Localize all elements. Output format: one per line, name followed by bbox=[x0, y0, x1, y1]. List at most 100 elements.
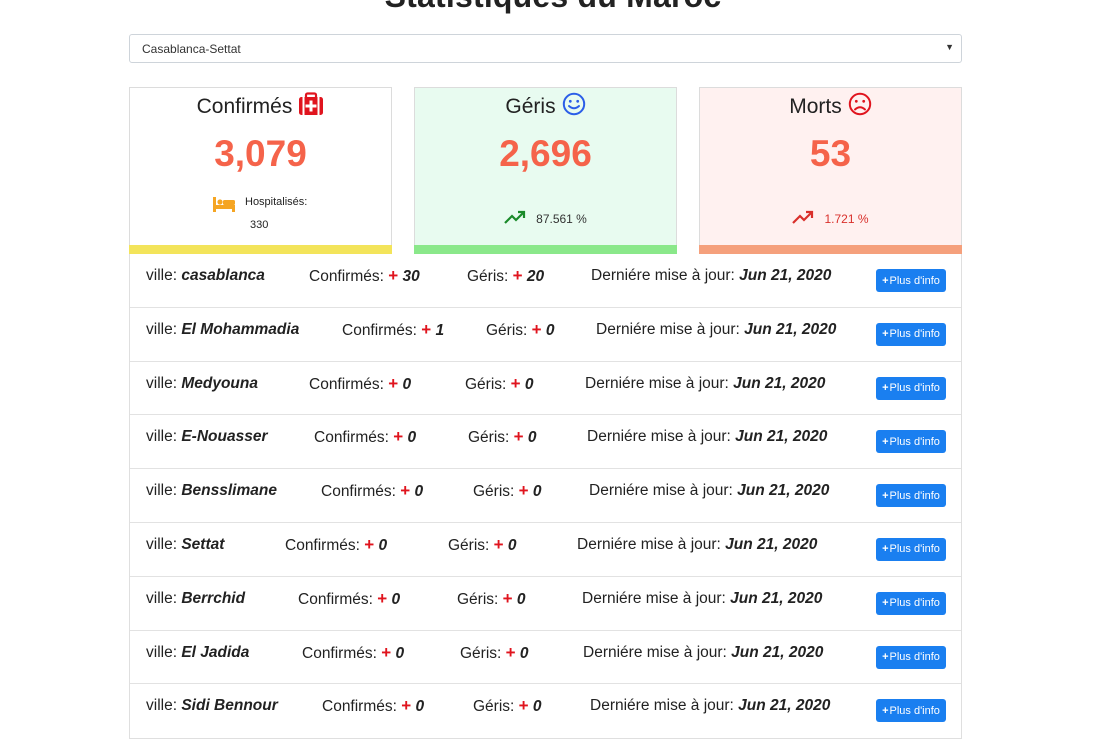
more-info-button[interactable]: + Plus d'info bbox=[876, 699, 946, 723]
more-info-label: Plus d'info bbox=[889, 382, 940, 395]
city-name: Bensslimane bbox=[181, 482, 277, 500]
recovered-label: Géris: bbox=[486, 321, 528, 339]
region-select[interactable]: Casablanca-Settat ▼ bbox=[129, 34, 962, 63]
plus-icon: + bbox=[882, 435, 889, 448]
frown-icon bbox=[848, 92, 872, 121]
plus-icon: + bbox=[882, 489, 889, 502]
confirmed-value: 0 bbox=[378, 536, 388, 554]
recovered-value: 0 bbox=[516, 590, 526, 608]
recovered-label: Géris: bbox=[457, 590, 499, 608]
confirmed-value: 30 bbox=[402, 268, 420, 285]
plus-icon: + bbox=[518, 481, 529, 501]
deaths-title: Morts bbox=[789, 94, 842, 118]
more-info-button[interactable]: + Plus d'info bbox=[876, 537, 946, 561]
smile-icon bbox=[562, 92, 586, 121]
update-label: Derniére mise à jour: bbox=[577, 535, 721, 553]
city-cell: ville: El Jadida bbox=[146, 644, 249, 662]
update-cell: Derniére mise à jour: Jun 21, 2020 bbox=[591, 267, 831, 285]
update-cell: Derniére mise à jour: Jun 21, 2020 bbox=[596, 321, 836, 339]
confirmed-title: Confirmés bbox=[196, 94, 293, 118]
update-date: Jun 21, 2020 bbox=[733, 374, 826, 392]
plus-icon: + bbox=[502, 588, 513, 608]
update-date: Jun 21, 2020 bbox=[737, 482, 830, 500]
recovered-value: 0 bbox=[532, 483, 542, 501]
more-info-label: Plus d'info bbox=[889, 489, 940, 502]
recovered-percent: 87.561 % bbox=[536, 211, 587, 226]
plus-icon: + bbox=[381, 642, 392, 662]
plus-icon: + bbox=[401, 696, 412, 716]
recovered-value: 0 bbox=[532, 698, 542, 716]
update-label: Derniére mise à jour: bbox=[589, 482, 733, 500]
city-cell: ville: El Mohammadia bbox=[146, 321, 299, 339]
city-row: ville: El Jadida Confirmés: + 0 Géris: +… bbox=[130, 631, 961, 685]
update-label: Derniére mise à jour: bbox=[590, 697, 734, 715]
plus-icon: + bbox=[882, 704, 889, 717]
confirmed-label: Confirmés: bbox=[302, 644, 377, 662]
trend-up-icon bbox=[792, 210, 814, 227]
confirmed-label: Confirmés: bbox=[285, 536, 360, 554]
more-info-button[interactable]: + Plus d'info bbox=[876, 645, 946, 669]
confirmed-cell: Confirmés: + 0 bbox=[321, 482, 423, 501]
city-name: El Jadida bbox=[181, 643, 250, 661]
recovered-label: Géris: bbox=[473, 698, 515, 716]
page-title: Statistiques du Maroc bbox=[0, 0, 1106, 15]
more-info-button[interactable]: + Plus d'info bbox=[876, 430, 946, 454]
city-cell: ville: Medyouna bbox=[146, 375, 258, 393]
update-cell: Derniére mise à jour: Jun 21, 2020 bbox=[589, 482, 829, 500]
confirmed-value: 0 bbox=[391, 590, 401, 608]
ville-label: ville: bbox=[146, 267, 178, 284]
confirmed-label: Confirmés: bbox=[309, 268, 384, 285]
update-label: Derniére mise à jour: bbox=[596, 320, 740, 338]
confirmed-cell: Confirmés: + 30 bbox=[309, 267, 420, 286]
city-cell: ville: Settat bbox=[146, 536, 224, 554]
recovered-cell: Géris: + 0 bbox=[486, 321, 555, 340]
update-label: Derniére mise à jour: bbox=[587, 428, 731, 446]
city-cell: ville: Berrchid bbox=[146, 590, 245, 608]
recovered-value: 20 bbox=[526, 268, 545, 285]
confirmed-label: Confirmés: bbox=[298, 590, 373, 608]
city-name: Sidi Bennour bbox=[181, 697, 278, 715]
ville-label: ville: bbox=[146, 320, 178, 338]
confirmed-cell: Confirmés: + 1 bbox=[342, 321, 444, 340]
more-info-label: Plus d'info bbox=[889, 651, 940, 664]
recovered-label: Géris: bbox=[460, 644, 502, 662]
more-info-button[interactable]: + Plus d'info bbox=[876, 376, 946, 400]
recovered-cell: Géris: + 0 bbox=[465, 375, 534, 394]
bed-icon bbox=[212, 196, 236, 215]
more-info-button[interactable]: + Plus d'info bbox=[876, 269, 946, 292]
update-cell: Derniére mise à jour: Jun 21, 2020 bbox=[577, 536, 817, 554]
deaths-count: 53 bbox=[809, 133, 852, 174]
recovered-label: Géris: bbox=[473, 483, 515, 501]
confirmed-cell: Confirmés: + 0 bbox=[309, 375, 411, 394]
recovered-cell: Géris: + 0 bbox=[473, 697, 542, 716]
more-info-button[interactable]: + Plus d'info bbox=[876, 591, 946, 615]
confirmed-bar bbox=[129, 245, 392, 254]
confirmed-card: Confirmés 3,079 Hospitalisés: 330 bbox=[129, 87, 392, 254]
ville-label: ville: bbox=[146, 374, 178, 392]
city-row: ville: Bensslimane Confirmés: + 0 Géris:… bbox=[130, 469, 961, 523]
ville-label: ville: bbox=[146, 643, 178, 661]
more-info-button[interactable]: + Plus d'info bbox=[876, 484, 946, 508]
recovered-cell: Géris: + 0 bbox=[448, 536, 517, 555]
plus-icon: + bbox=[512, 266, 523, 285]
confirmed-label: Confirmés: bbox=[321, 483, 396, 501]
update-cell: Derniére mise à jour: Jun 21, 2020 bbox=[587, 428, 827, 446]
confirmed-cell: Confirmés: + 0 bbox=[285, 536, 387, 555]
city-list: ville: casablanca Confirmés: + 30 Géris:… bbox=[129, 254, 962, 739]
recovered-count: 2,696 bbox=[499, 133, 592, 174]
confirmed-label: Confirmés: bbox=[309, 375, 384, 393]
recovered-value: 0 bbox=[527, 429, 537, 447]
plus-icon: + bbox=[882, 382, 889, 395]
recovered-cell: Géris: + 0 bbox=[468, 428, 537, 447]
recovered-cell: Géris: + 20 bbox=[467, 267, 544, 286]
recovered-value: 0 bbox=[507, 536, 517, 554]
plus-icon: + bbox=[513, 427, 524, 447]
confirmed-value: 0 bbox=[395, 644, 405, 662]
trend-up-icon bbox=[504, 210, 526, 227]
city-row: ville: Settat Confirmés: + 0 Géris: + 0 … bbox=[130, 523, 961, 577]
confirmed-label: Confirmés: bbox=[314, 429, 389, 447]
city-row: ville: El Mohammadia Confirmés: + 1 Géri… bbox=[130, 308, 961, 362]
more-info-button[interactable]: + Plus d'info bbox=[876, 322, 946, 346]
ville-label: ville: bbox=[146, 535, 178, 553]
ville-label: ville: bbox=[146, 697, 178, 715]
